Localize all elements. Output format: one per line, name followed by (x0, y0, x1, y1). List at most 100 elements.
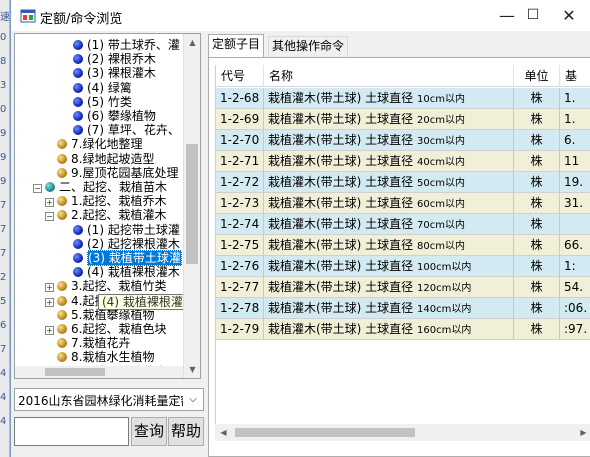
tree-vertical-scrollbar[interactable]: ▲ ▼ (183, 34, 200, 378)
cell-size-text: 70cm以内 (417, 220, 465, 231)
grid-hscroll-thumb[interactable] (235, 428, 415, 437)
teal-node-icon (45, 182, 55, 192)
tree-scroll-thumb[interactable] (186, 144, 198, 264)
tree-item[interactable]: 5.栽植攀缘植物 (57, 308, 154, 323)
collapse-icon[interactable]: − (45, 212, 54, 222)
quota-library-select[interactable]: 2016山东省园林绿化消耗量定额 ⌵ (14, 388, 204, 411)
blue-node-icon (73, 96, 83, 107)
cell-code: 1-2-77 (216, 277, 264, 298)
column-header-name[interactable]: 名称 (264, 65, 514, 87)
tree-item[interactable]: 8.绿地起坡造型 (57, 152, 154, 167)
table-row[interactable]: 1-2-77 栽植灌木(带土球) 土球直径 120cm以内株 54. (216, 277, 590, 298)
search-button[interactable]: 查询 (131, 417, 167, 446)
strip-glyph: 0 (0, 104, 7, 115)
help-button[interactable]: 帮助 (168, 417, 204, 446)
expand-icon[interactable]: + (45, 283, 54, 293)
tree-item[interactable]: 9.屋顶花园基底处理 (57, 166, 178, 181)
table-row[interactable]: 1-2-68 栽植灌木(带土球) 土球直径 10cm以内株 1. (216, 88, 590, 109)
column-header-unit[interactable]: 单位 (514, 65, 560, 87)
strip-glyph: 2 (0, 272, 7, 283)
tree-item[interactable]: (4) 栽植裸根灌木 (73, 265, 180, 280)
table-row[interactable]: 1-2-74 栽植灌木(带土球) 土球直径 70cm以内株 (216, 214, 590, 235)
table-row[interactable]: 1-2-71 栽植灌木(带土球) 土球直径 40cm以内株 11 (216, 151, 590, 172)
tree-item[interactable]: +1.起挖、栽植乔木 (45, 194, 166, 209)
cell-name: 栽植灌木(带土球) 土球直径 20cm以内 (264, 109, 514, 130)
table-row[interactable]: 1-2-76 栽植灌木(带土球) 土球直径 100cm以内株 1: (216, 256, 590, 277)
close-button[interactable]: ✕ (549, 0, 589, 31)
strip-glyph: 4 (0, 368, 7, 379)
blue-node-icon (73, 40, 83, 50)
tree-item[interactable]: (5) 竹类 (73, 95, 132, 110)
tree-item[interactable]: +3.起挖、栽植竹类 (45, 279, 166, 294)
cell-size-text: 100cm以内 (417, 262, 472, 273)
tree-item-label: 8.绿地起坡造型 (71, 151, 155, 166)
collapse-icon[interactable]: − (33, 184, 42, 193)
tree-item[interactable]: (6) 攀缘植物 (73, 109, 156, 124)
cell-name-text: 栽植灌木(带土球) 土球直径 (268, 238, 417, 252)
tree-item[interactable]: − 2.起挖、栽植灌木 (45, 208, 166, 223)
cell-code: 1-2-76 (216, 256, 264, 277)
tree-item-label: (2) 起挖裸根灌木 (87, 236, 180, 251)
tree-item-label: (3) 裸根灌木 (87, 66, 156, 81)
table-row[interactable]: 1-2-79 栽植灌木(带土球) 土球直径 160cm以内株:97. (216, 319, 590, 340)
tree-item[interactable]: (2) 裸根乔木 (73, 52, 156, 67)
maximize-button[interactable]: ☐ (513, 0, 553, 31)
tree-hscroll-thumb[interactable] (45, 368, 105, 376)
tab-other-commands[interactable]: 其他操作命令 (268, 36, 349, 57)
table-row[interactable]: 1-2-69 栽植灌木(带土球) 土球直径 20cm以内株 1. (216, 109, 590, 130)
strip-glyph: 9 (0, 152, 7, 163)
search-input[interactable] (14, 417, 129, 446)
scroll-down-icon[interactable]: ▼ (184, 361, 200, 378)
scroll-right-icon[interactable]: ▶ (575, 424, 590, 441)
expand-icon[interactable]: + (45, 297, 54, 307)
cell-name-text: 栽植灌木(带土球) 土球直径 (268, 196, 417, 210)
cell-unit: 株 (514, 130, 560, 151)
tree-horizontal-scrollbar[interactable] (15, 366, 183, 378)
cell-code: 1-2-72 (216, 172, 264, 193)
strip-glyph: 3 (0, 80, 7, 91)
table-row[interactable]: 1-2-72 栽植灌木(带土球) 土球直径 50cm以内株 19. (216, 172, 590, 193)
tree-item[interactable]: (3) 栽植带土球灌 (73, 250, 182, 266)
table-row[interactable]: 1-2-75 栽植灌木(带土球) 土球直径 80cm以内株 66. (216, 235, 590, 256)
strip-glyph: 9 (0, 176, 7, 187)
expand-icon[interactable]: + (45, 326, 54, 335)
cell-size-text: 120cm以内 (417, 283, 472, 294)
column-header-base[interactable]: 基 (560, 65, 590, 87)
cell-name-text: 栽植灌木(带土球) 土球直径 (268, 175, 417, 189)
table-row[interactable]: 1-2-73 栽植灌木(带土球) 土球直径 60cm以内株 31. (216, 193, 590, 214)
tree-item[interactable]: 8.栽植水生植物 (57, 350, 154, 365)
tree-item[interactable]: (1) 起挖带土球灌 (73, 223, 180, 238)
tree-item[interactable]: (3) 裸根灌木 (73, 66, 156, 81)
cell-size-text: 160cm以内 (417, 325, 472, 336)
scroll-up-icon[interactable]: ▲ (184, 34, 200, 51)
tree-item[interactable]: (7) 草坪、花卉、 (73, 123, 180, 138)
tree-item[interactable]: +6.起挖、栽植色块 (45, 322, 166, 337)
tree-item[interactable]: − 二、起挖、栽植苗木 (33, 180, 167, 195)
tree-item[interactable]: (4) 绿篱 (73, 81, 132, 96)
grid-header: 代号 名称 单位 基 (216, 65, 590, 87)
tree-item[interactable]: (1) 带土球乔、灌 (73, 38, 180, 53)
tree-item[interactable]: 7.绿化地整理 (57, 137, 142, 152)
table-row[interactable]: 1-2-78 栽植灌木(带土球) 土球直径 140cm以内株:06. (216, 298, 590, 319)
cell-code: 1-2-79 (216, 319, 264, 340)
blue-node-icon (73, 111, 83, 121)
title-bar[interactable]: 定额/命令浏览 — ☐ ✕ (11, 0, 590, 31)
cell-unit: 株 (514, 256, 560, 277)
cell-base: 11 (560, 151, 590, 172)
column-header-code[interactable]: 代号 (216, 65, 264, 87)
table-row[interactable]: 1-2-70 栽植灌木(带土球) 土球直径 30cm以内株 6. (216, 130, 590, 151)
scroll-left-icon[interactable]: ◀ (215, 424, 232, 441)
expand-icon[interactable]: + (45, 198, 54, 208)
cell-code: 1-2-69 (216, 109, 264, 130)
tree-item[interactable]: 7.栽植花卉 (57, 336, 130, 351)
grid-horizontal-scrollbar[interactable]: ◀ ▶ (215, 424, 590, 441)
cell-name-text: 栽植灌木(带土球) 土球直径 (268, 217, 417, 231)
quota-tree[interactable]: (1) 带土球乔、灌 (2) 裸根乔木 (3) 裸根灌木 (4) 绿篱 (5) 竹类 (6… (14, 33, 201, 379)
cell-unit: 株 (514, 277, 560, 298)
blue-node-icon (73, 267, 83, 278)
cell-name: 栽植灌木(带土球) 土球直径 30cm以内 (264, 130, 514, 151)
cell-name-text: 栽植灌木(带土球) 土球直径 (268, 322, 417, 336)
blue-node-icon (73, 68, 83, 79)
chevron-down-icon[interactable]: ⌵ (185, 391, 201, 408)
tab-quota-items[interactable]: 定额子目 (208, 34, 265, 57)
